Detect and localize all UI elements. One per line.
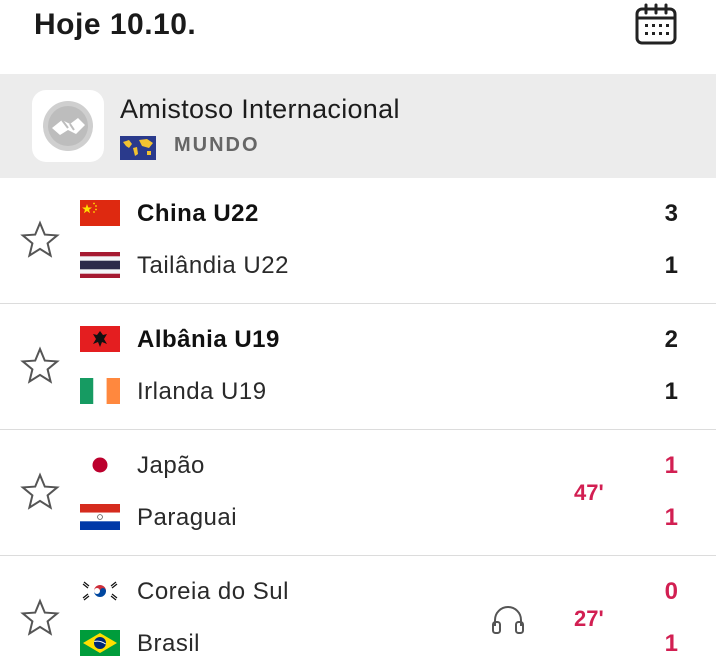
away-score: 1 (664, 630, 678, 657)
away-score: 1 (664, 252, 678, 279)
league-name: Amistoso Internacional (120, 94, 400, 124)
calendar-icon (635, 3, 677, 45)
star-icon[interactable] (20, 598, 60, 638)
star-icon[interactable] (20, 220, 60, 260)
away-team-name: Irlanda U19 (137, 378, 267, 405)
albania-flag-icon (80, 326, 120, 352)
match-row[interactable]: Japão 1 47' Paraguai 1 (0, 430, 716, 556)
home-team-name: Albânia U19 (137, 326, 280, 353)
away-team-name: Brasil (137, 630, 201, 657)
south-korea-flag-icon (80, 578, 120, 604)
home-score: 0 (664, 578, 678, 605)
home-team-name: Coreia do Sul (137, 578, 289, 605)
league-logo (32, 90, 104, 162)
match-row[interactable]: Coreia do Sul 0 27' Brasil 1 (0, 556, 716, 670)
ireland-flag-icon (80, 378, 120, 404)
star-icon[interactable] (20, 472, 60, 512)
match-minute: 47' (574, 480, 604, 505)
home-team-name: Japão (137, 452, 205, 479)
away-score: 1 (664, 504, 678, 531)
paraguay-flag-icon (80, 504, 120, 530)
home-team-name: China U22 (137, 200, 259, 227)
away-team-name: Tailândia U22 (137, 252, 289, 279)
headphones-icon[interactable] (490, 604, 526, 636)
star-icon[interactable] (20, 346, 60, 386)
handshake-icon (43, 101, 93, 151)
calendar-button[interactable] (632, 2, 680, 48)
page-title: Hoje 10.10. (34, 8, 197, 41)
brazil-flag-icon (80, 630, 120, 656)
china-flag-icon (80, 200, 120, 226)
thailand-flag-icon (80, 252, 120, 278)
page-header: Hoje 10.10. (0, 0, 716, 72)
league-header[interactable]: Amistoso Internacional MUNDO (0, 74, 716, 178)
world-flag-icon (120, 136, 156, 160)
home-score: 2 (664, 326, 678, 353)
japan-flag-icon (80, 452, 120, 478)
away-team-name: Paraguai (137, 504, 238, 531)
match-row[interactable]: Albânia U19 2 Irlanda U19 1 (0, 304, 716, 430)
league-country: MUNDO (174, 134, 260, 156)
match-minute: 27' (574, 606, 604, 631)
home-score: 3 (664, 200, 678, 227)
away-score: 1 (664, 378, 678, 405)
match-row[interactable]: China U22 3 Tailândia U22 1 (0, 178, 716, 304)
home-score: 1 (664, 452, 678, 479)
